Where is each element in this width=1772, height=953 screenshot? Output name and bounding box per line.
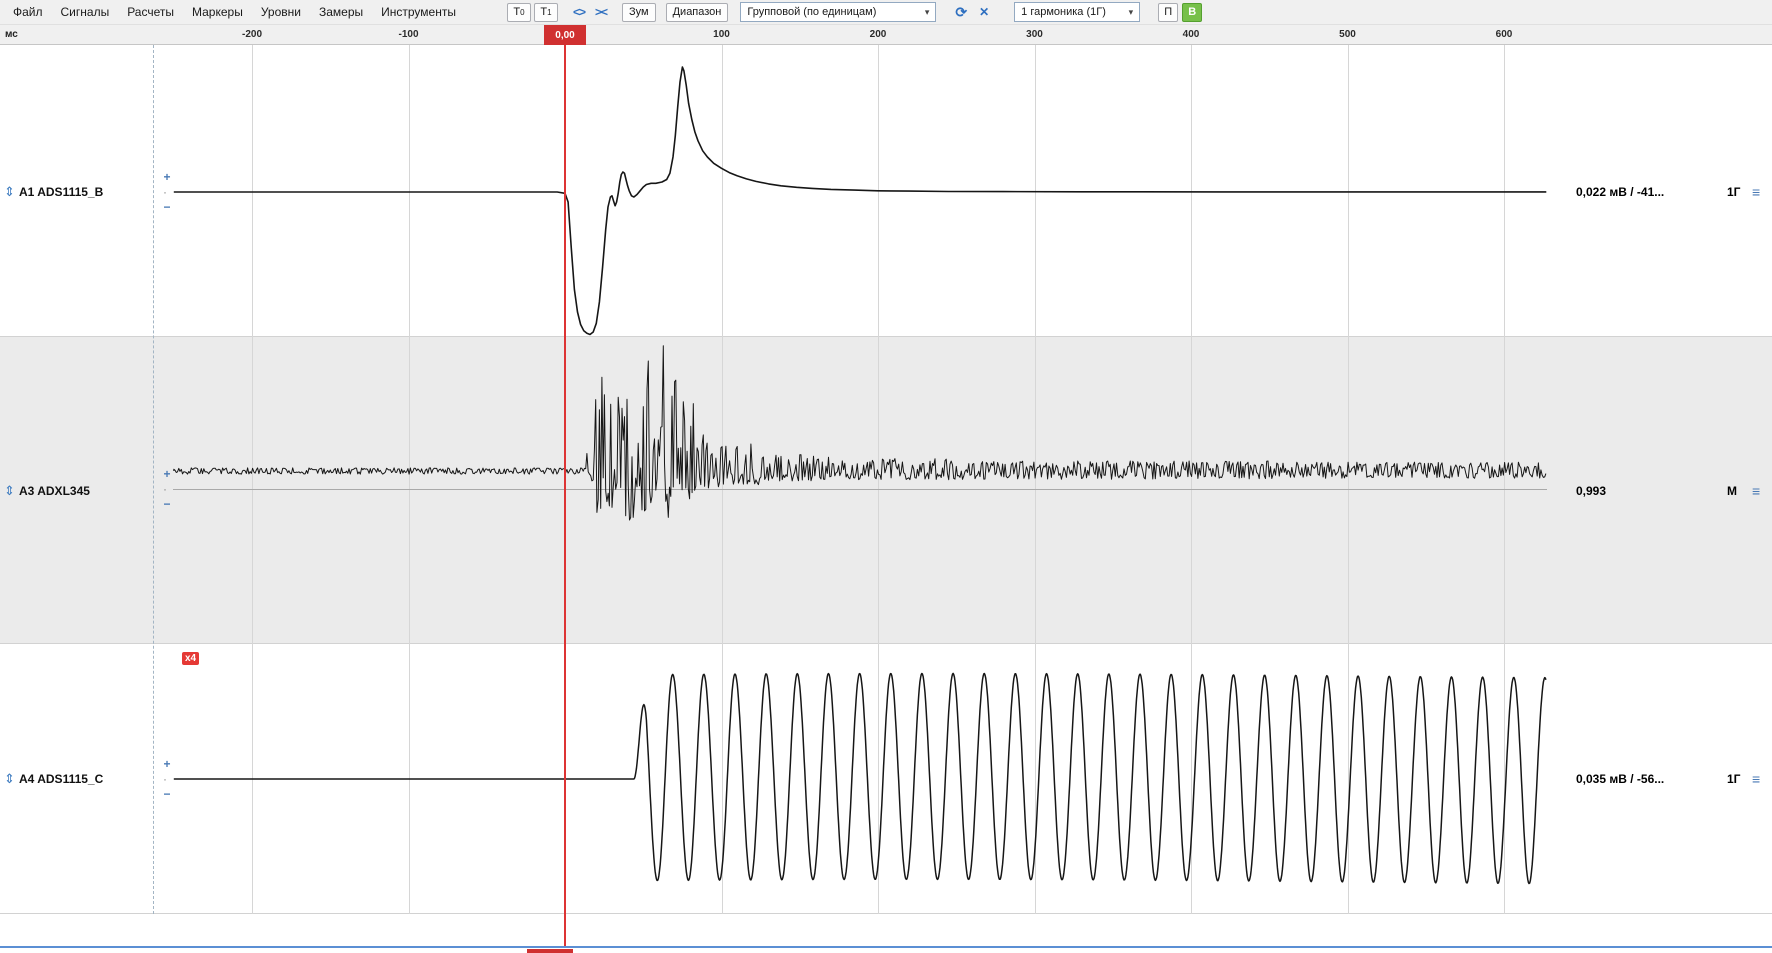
ruler-tick--200: -200 — [242, 29, 262, 40]
gridline-600 — [1504, 45, 1505, 914]
gridline--200 — [252, 45, 253, 914]
expand-horizontal-icon[interactable]: <> — [570, 3, 588, 22]
zoom-button[interactable]: Зум — [622, 3, 656, 22]
channel-value-a3: 0,993 — [1576, 484, 1606, 498]
channel-unit-a3: М — [1727, 484, 1737, 498]
gridline-200 — [878, 45, 879, 914]
ruler-tick-300: 300 — [1026, 29, 1043, 40]
split-x-icon[interactable]: ✕ — [976, 3, 992, 22]
caret-down-icon: ▾ — [919, 7, 930, 18]
channel-unit-a4: 1Г — [1727, 772, 1740, 786]
channel-separator — [0, 643, 1772, 644]
time-t1-button[interactable]: Т1 — [534, 3, 558, 22]
ruler-unit-label: мс — [5, 29, 18, 40]
gridline-300 — [1035, 45, 1036, 914]
channel-name-a3: A3 ADXL345 — [19, 484, 90, 498]
menu-list: ФайлСигналыРасчетыМаркерыУровниЗамерыИнс… — [4, 0, 465, 24]
gridline-400 — [1191, 45, 1192, 914]
gridline-100 — [722, 45, 723, 914]
channel-scale-down-button[interactable]: − — [160, 201, 174, 213]
channel-band-a3 — [0, 337, 1772, 644]
range-button[interactable]: Диапазон — [666, 3, 729, 22]
channel-scale-up-button[interactable]: + — [160, 468, 174, 480]
gridline--100 — [409, 45, 410, 914]
t0-label: Т — [513, 6, 520, 18]
menu-item-3[interactable]: Маркеры — [183, 0, 252, 24]
harmonic-select[interactable]: 1 гармоника (1Г) ▾ — [1014, 2, 1140, 22]
channel-zero-marker: · — [163, 772, 167, 786]
channel-separator — [0, 336, 1772, 337]
ruler-tick-500: 500 — [1339, 29, 1356, 40]
oscilloscope-app: ФайлСигналыРасчетыМаркерыУровниЗамерыИнс… — [0, 0, 1772, 953]
ruler-tick-400: 400 — [1183, 29, 1200, 40]
t1-label: Т — [540, 6, 547, 18]
channel-name-a4: A4 ADS1115_C — [19, 772, 103, 786]
channel-menu-icon[interactable]: ≡ — [1752, 771, 1760, 787]
t0-sub: 0 — [520, 8, 524, 17]
channel-unit-a1: 1Г — [1727, 185, 1740, 199]
window-bottom-border — [0, 946, 1772, 948]
gridline-500 — [1348, 45, 1349, 914]
channel-scale-up-button[interactable]: + — [160, 171, 174, 183]
channel-value-a1: 0,022 мВ / -41... — [1576, 185, 1664, 199]
channel-band-a1 — [0, 45, 1772, 337]
ruler-tick-100: 100 — [713, 29, 730, 40]
sync-icon[interactable]: ⟳ — [952, 3, 970, 22]
channel-menu-icon[interactable]: ≡ — [1752, 184, 1760, 200]
menu-item-4[interactable]: Уровни — [252, 0, 310, 24]
menu-item-5[interactable]: Замеры — [310, 0, 372, 24]
pretrigger-boundary-line — [153, 45, 154, 914]
collapse-horizontal-icon[interactable]: >< — [592, 3, 610, 22]
time-cursor-line[interactable] — [564, 45, 566, 946]
caret-down-icon: ▾ — [1123, 7, 1134, 18]
t1-sub: 1 — [547, 8, 551, 17]
v-toggle-button[interactable]: В — [1182, 3, 1202, 22]
menu-item-1[interactable]: Сигналы — [52, 0, 119, 24]
channel-band-a4 — [0, 644, 1772, 914]
channel-move-icon[interactable]: ⇕ — [4, 483, 15, 499]
menu-item-0[interactable]: Файл — [4, 0, 52, 24]
channel-scale-down-button[interactable]: − — [160, 788, 174, 800]
channel-zero-marker: · — [163, 185, 167, 199]
bottom-strip — [0, 914, 1772, 946]
time-t0-button[interactable]: Т0 — [507, 3, 531, 22]
channel-scale-down-button[interactable]: − — [160, 498, 174, 510]
scroll-cursor-handle[interactable] — [527, 949, 573, 953]
channel-value-a4: 0,035 мВ / -56... — [1576, 772, 1664, 786]
channel-menu-icon[interactable]: ≡ — [1752, 483, 1760, 499]
time-cursor-handle[interactable]: 0,00 — [544, 25, 586, 45]
menu-item-2[interactable]: Расчеты — [118, 0, 183, 24]
channel-zero-marker: · — [163, 482, 167, 496]
channel-move-icon[interactable]: ⇕ — [4, 184, 15, 200]
a3-zero-level-line — [173, 489, 1547, 490]
ruler-tick-600: 600 — [1496, 29, 1513, 40]
menu-item-6[interactable]: Инструменты — [372, 0, 465, 24]
harmonic-value: 1 гармоника (1Г) — [1021, 6, 1106, 18]
time-ruler[interactable]: мс -200 -100 100 200 300 400 500 600 0,00 — [0, 25, 1772, 45]
channel-move-icon[interactable]: ⇕ — [4, 771, 15, 787]
group-mode-select[interactable]: Групповой (по единицам) ▾ — [740, 2, 936, 22]
gain-badge-a4: x4 — [182, 652, 199, 665]
plot-bottom-border — [0, 913, 1772, 914]
ruler-tick--100: -100 — [398, 29, 418, 40]
p-toggle-button[interactable]: П — [1158, 3, 1178, 22]
group-mode-value: Групповой (по единицам) — [747, 6, 876, 18]
menubar: ФайлСигналыРасчетыМаркерыУровниЗамерыИнс… — [0, 0, 1772, 25]
ruler-tick-200: 200 — [870, 29, 887, 40]
channel-name-a1: A1 ADS1115_B — [19, 185, 103, 199]
channel-scale-up-button[interactable]: + — [160, 758, 174, 770]
